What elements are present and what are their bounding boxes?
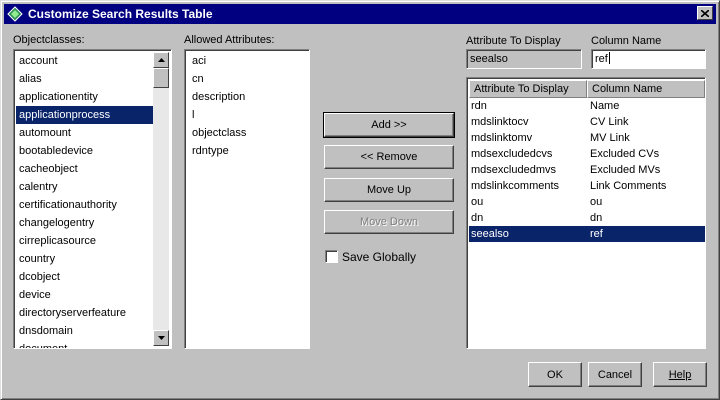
objectclass-item[interactable]: certificationauthority bbox=[16, 196, 153, 214]
scroll-up-button[interactable] bbox=[153, 52, 169, 68]
cell-column-name: Excluded CVs bbox=[590, 148, 660, 160]
allowed-attribute-item[interactable]: l bbox=[187, 106, 307, 124]
table-header-column-name[interactable]: Column Name bbox=[587, 80, 705, 98]
objectclass-item[interactable]: dnsdomain bbox=[16, 322, 153, 340]
cell-attribute: ou bbox=[471, 196, 484, 208]
help-button-label: Help bbox=[668, 368, 692, 381]
allowed-attribute-item[interactable]: description bbox=[187, 88, 307, 106]
attribute-to-display-field: seealso bbox=[466, 49, 582, 69]
move-down-button[interactable]: Move Down bbox=[324, 210, 454, 234]
close-icon bbox=[701, 9, 709, 17]
cell-column-name: dn bbox=[590, 212, 603, 224]
allowed-attribute-item[interactable]: objectclass bbox=[187, 124, 307, 142]
objectclass-item[interactable]: calentry bbox=[16, 178, 153, 196]
objectclass-item[interactable]: bootabledevice bbox=[16, 142, 153, 160]
cell-column-name: MV Link bbox=[590, 132, 630, 144]
cell-attribute: dn bbox=[471, 212, 484, 224]
column-name-value: ref bbox=[595, 53, 608, 65]
table-header-attribute[interactable]: Attribute To Display bbox=[469, 80, 587, 98]
help-button[interactable]: Help bbox=[653, 362, 707, 387]
objectclasses-list[interactable]: account alias applicationentity application… bbox=[13, 49, 172, 349]
column-name-label: Column Name bbox=[591, 35, 662, 47]
allowed-attribute-item[interactable]: aci bbox=[187, 52, 307, 70]
table-row[interactable]: ou ou bbox=[469, 194, 705, 210]
allowed-attributes-list[interactable]: aci cn description l objectclass rdntype bbox=[184, 49, 310, 349]
objectclass-item[interactable]: device bbox=[16, 286, 153, 304]
table-row[interactable]: dn dn bbox=[469, 210, 705, 226]
close-button[interactable] bbox=[697, 6, 713, 20]
cell-attribute: rdn bbox=[471, 100, 487, 112]
scroll-down-button[interactable] bbox=[153, 330, 169, 346]
cell-attribute: mdsexcludedcvs bbox=[471, 148, 553, 160]
table-row[interactable]: mdslinktocv CV Link bbox=[469, 114, 705, 130]
objectclass-item[interactable]: document bbox=[16, 340, 153, 348]
arrow-up-icon bbox=[157, 58, 165, 62]
objectclass-item[interactable]: cacheobject bbox=[16, 160, 153, 178]
objectclass-item[interactable]: account bbox=[16, 52, 153, 70]
directory-app-icon bbox=[7, 6, 23, 22]
arrow-down-icon bbox=[157, 336, 165, 340]
objectclasses-label: Objectclasses: bbox=[13, 34, 85, 46]
cell-attribute: mdsexcludedmvs bbox=[471, 164, 556, 176]
table-row[interactable]: mdslinktomv MV Link bbox=[469, 130, 705, 146]
objectclass-item[interactable]: alias bbox=[16, 70, 153, 88]
display-columns-table[interactable]: Attribute To Display Column Name rdn Name… bbox=[466, 77, 706, 349]
table-row[interactable]: rdn Name bbox=[469, 98, 705, 114]
cell-column-name: Name bbox=[590, 100, 620, 112]
cell-column-name: ref bbox=[590, 228, 603, 240]
remove-button[interactable]: << Remove bbox=[324, 145, 454, 169]
cell-attribute: seealso bbox=[471, 228, 509, 240]
table-row[interactable]: mdslinkcomments Link Comments bbox=[469, 178, 705, 194]
window-title: Customize Search Results Table bbox=[28, 7, 213, 21]
table-row[interactable]: seealso ref bbox=[469, 226, 705, 242]
objectclass-item[interactable]: automount bbox=[16, 124, 153, 142]
objectclasses-scrollbar[interactable] bbox=[153, 52, 169, 346]
objectclass-item[interactable]: applicationentity bbox=[16, 88, 153, 106]
save-globally-checkbox[interactable] bbox=[325, 250, 338, 263]
dialog-window: Customize Search Results Table Objectcla… bbox=[0, 0, 720, 400]
move-up-button[interactable]: Move Up bbox=[324, 178, 454, 202]
cell-attribute: mdslinkcomments bbox=[471, 180, 560, 192]
allowed-attribute-item[interactable]: rdntype bbox=[187, 142, 307, 160]
cell-attribute: mdslinktocv bbox=[471, 116, 529, 128]
objectclass-item[interactable]: applicationprocess bbox=[16, 106, 153, 124]
cancel-button[interactable]: Cancel bbox=[588, 362, 642, 387]
objectclass-item[interactable]: country bbox=[16, 250, 153, 268]
cell-column-name: Excluded MVs bbox=[590, 164, 661, 176]
scroll-thumb[interactable] bbox=[153, 68, 169, 88]
allowed-attributes-label: Allowed Attributes: bbox=[184, 34, 275, 46]
objectclass-item[interactable]: cirreplicasource bbox=[16, 232, 153, 250]
cell-column-name: Link Comments bbox=[590, 180, 667, 192]
objectclass-item[interactable]: directoryserverfeature bbox=[16, 304, 153, 322]
column-name-input[interactable]: ref bbox=[591, 49, 706, 69]
objectclass-item[interactable]: changelogentry bbox=[16, 214, 153, 232]
cell-attribute: mdslinktomv bbox=[471, 132, 533, 144]
cell-column-name: CV Link bbox=[590, 116, 629, 128]
text-caret bbox=[608, 52, 610, 64]
title-bar[interactable]: Customize Search Results Table bbox=[4, 4, 716, 24]
table-row[interactable]: mdsexcludedcvs Excluded CVs bbox=[469, 146, 705, 162]
ok-button[interactable]: OK bbox=[528, 362, 582, 387]
attribute-to-display-label: Attribute To Display bbox=[466, 35, 561, 47]
save-globally-label: Save Globally bbox=[342, 250, 417, 264]
add-button[interactable]: Add >> bbox=[323, 112, 455, 138]
allowed-attribute-item[interactable]: cn bbox=[187, 70, 307, 88]
cell-column-name: ou bbox=[590, 196, 603, 208]
objectclass-item[interactable]: dcobject bbox=[16, 268, 153, 286]
table-row[interactable]: mdsexcludedmvs Excluded MVs bbox=[469, 162, 705, 178]
